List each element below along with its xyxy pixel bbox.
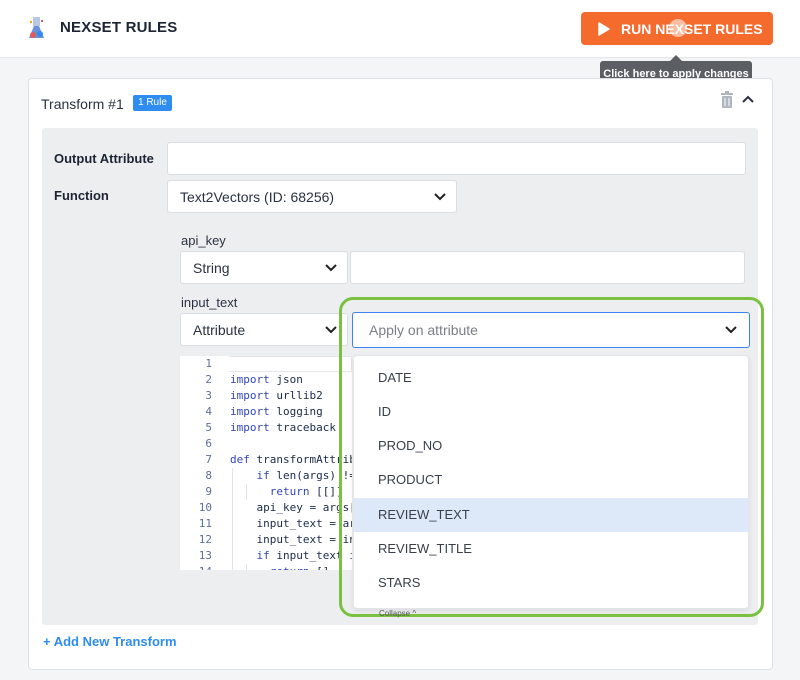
line-number: 10 <box>198 501 212 514</box>
chevron-up-icon[interactable] <box>742 95 754 103</box>
transform-title: Transform #1 <box>41 96 124 112</box>
collapse-link[interactable]: Collapse ^ <box>379 609 416 618</box>
apply-on-attribute-select[interactable]: Apply on attribute <box>352 312 750 348</box>
line-number: 8 <box>205 469 212 482</box>
dropdown-option-product[interactable]: PRODUCT <box>354 463 748 497</box>
function-select-value: Text2Vectors (ID: 68256) <box>180 188 335 205</box>
rule-count-badge: 1 Rule <box>133 95 172 111</box>
line-number: 6 <box>205 437 212 450</box>
code-editor[interactable]: 1 2 import json 3 import urllib2 4 import logg… <box>180 356 352 570</box>
function-label: Function <box>54 188 109 203</box>
input-text-type-select[interactable]: Attribute <box>180 313 348 346</box>
output-attribute-label: Output Attribute <box>54 151 154 166</box>
attribute-dropdown-menu: DATE ID PROD_NO PRODUCT REVIEW_TEXT REVI… <box>353 355 749 609</box>
line-number: 13 <box>198 549 212 562</box>
chevron-down-icon <box>325 263 337 271</box>
line-number: 2 <box>205 373 212 386</box>
line-number: 12 <box>198 533 212 546</box>
add-new-transform-link[interactable]: + Add New Transform <box>43 634 177 649</box>
code-text: input_text = arg <box>256 517 353 530</box>
line-number: 14 <box>180 564 212 570</box>
dropdown-option-id[interactable]: ID <box>354 395 748 429</box>
code-text: import json <box>230 373 303 386</box>
code-text: return [] <box>230 564 330 570</box>
code-text: import traceback <box>230 421 336 434</box>
dropdown-option-review-text[interactable]: REVIEW_TEXT <box>354 498 748 532</box>
api-key-type-select[interactable]: String <box>180 251 348 284</box>
code-text: import logging <box>230 405 323 418</box>
dropdown-option-stars[interactable]: STARS <box>354 566 748 600</box>
api-key-type-value: String <box>193 259 230 276</box>
line-number: 5 <box>205 421 212 434</box>
output-attribute-input[interactable] <box>167 142 746 175</box>
code-text: api_key = args[ <box>256 501 353 514</box>
cursor-indicator <box>669 19 687 37</box>
line-number: 1 <box>205 357 212 370</box>
code-text: import urllib2 <box>230 389 323 402</box>
line-number: 9 <box>205 485 212 498</box>
flask-logo-icon <box>29 17 44 38</box>
chevron-down-icon <box>434 192 446 200</box>
dropdown-option-date[interactable]: DATE <box>354 361 748 395</box>
attribute-select-placeholder: Apply on attribute <box>369 322 478 338</box>
function-select[interactable]: Text2Vectors (ID: 68256) <box>167 180 457 213</box>
page-title: NEXSET RULES <box>60 19 178 36</box>
trash-icon[interactable] <box>720 91 734 108</box>
input-text-label: input_text <box>181 295 238 310</box>
code-text: if len(args) != <box>256 469 353 482</box>
input-text-type-value: Attribute <box>193 321 246 338</box>
line-number: 3 <box>205 389 212 402</box>
code-text: def transformAttribu <box>230 453 352 466</box>
code-text: if input_text is <box>256 549 353 562</box>
dropdown-option-prod-no[interactable]: PROD_NO <box>354 429 748 463</box>
api-key-label: api_key <box>181 233 226 248</box>
line-number: 7 <box>205 453 212 466</box>
api-key-value-input[interactable] <box>350 251 745 284</box>
line-number: 11 <box>198 517 212 530</box>
dropdown-option-review-title[interactable]: REVIEW_TITLE <box>354 532 748 566</box>
chevron-down-icon <box>725 326 737 334</box>
active-line-box <box>229 356 352 372</box>
code-text: return [[]] <box>269 485 343 498</box>
play-icon <box>598 21 610 36</box>
run-button-label: RUN NEXSET RULES <box>621 20 763 37</box>
line-number: 4 <box>205 405 212 418</box>
chevron-down-icon <box>325 325 337 333</box>
code-text: input_text = inp <box>256 533 353 546</box>
